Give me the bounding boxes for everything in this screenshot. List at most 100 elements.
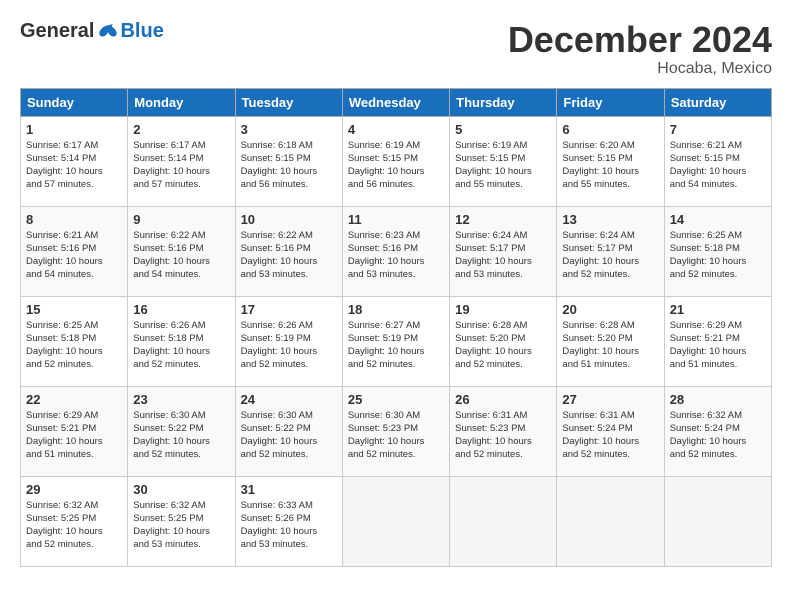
day-info: Sunrise: 6:30 AMSunset: 5:22 PMDaylight:… [241,409,337,462]
calendar-cell: 8 Sunrise: 6:21 AMSunset: 5:16 PMDaylight… [21,206,128,296]
calendar-cell: 5 Sunrise: 6:19 AMSunset: 5:15 PMDaylight… [450,116,557,206]
day-info: Sunrise: 6:20 AMSunset: 5:15 PMDaylight:… [562,139,658,192]
calendar-cell: 14Sunrise: 6:25 AMSunset: 5:18 PMDayligh… [664,206,771,296]
calendar-cell: 22 Sunrise: 6:29 AMSunset: 5:21 PMDayligh… [21,386,128,476]
day-number: 31 [241,482,337,497]
day-number: 10 [241,212,337,227]
day-info: Sunrise: 6:28 AMSunset: 5:20 PMDaylight:… [455,319,551,372]
day-number: 11 [348,212,444,227]
logo-blue: Blue [120,20,163,43]
day-info: Sunrise: 6:24 AMSunset: 5:17 PMDaylight:… [455,229,551,282]
day-number: 17 [241,302,337,317]
calendar-cell: 15 Sunrise: 6:25 AMSunset: 5:18 PMDayligh… [21,296,128,386]
calendar-cell: 13 Sunrise: 6:24 AMSunset: 5:17 PMDayligh… [557,206,664,296]
day-info: Sunrise: 6:31 AMSunset: 5:23 PMDaylight:… [455,409,551,462]
day-info: Sunrise: 6:27 AMSunset: 5:19 PMDaylight:… [348,319,444,372]
day-number: 9 [133,212,229,227]
day-info: Sunrise: 6:17 AMSunset: 5:14 PMDaylight:… [133,139,229,192]
day-number: 14 [670,212,766,227]
day-info: Sunrise: 6:30 AMSunset: 5:23 PMDaylight:… [348,409,444,462]
calendar-week-row: 29 Sunrise: 6:32 AMSunset: 5:25 PMDayligh… [21,476,772,566]
calendar-cell: 21 Sunrise: 6:29 AMSunset: 5:21 PMDayligh… [664,296,771,386]
calendar-header-monday: Monday [128,88,235,116]
page-header: General Blue December 2024 Hocaba, Mexic… [20,20,772,78]
month-title: December 2024 [508,20,772,60]
day-info: Sunrise: 6:33 AMSunset: 5:26 PMDaylight:… [241,499,337,552]
day-number: 23 [133,392,229,407]
day-number: 29 [26,482,122,497]
day-number: 21 [670,302,766,317]
day-info: Sunrise: 6:32 AMSunset: 5:25 PMDaylight:… [133,499,229,552]
calendar-header-wednesday: Wednesday [342,88,449,116]
day-info: Sunrise: 6:17 AMSunset: 5:14 PMDaylight:… [26,139,122,192]
day-number: 25 [348,392,444,407]
day-number: 2 [133,122,229,137]
calendar-header-row: SundayMondayTuesdayWednesdayThursdayFrid… [21,88,772,116]
day-info: Sunrise: 6:22 AMSunset: 5:16 PMDaylight:… [241,229,337,282]
calendar-cell: 31 Sunrise: 6:33 AMSunset: 5:26 PMDayligh… [235,476,342,566]
logo-general: General [20,20,94,43]
day-number: 4 [348,122,444,137]
day-number: 15 [26,302,122,317]
calendar-cell: 23 Sunrise: 6:30 AMSunset: 5:22 PMDayligh… [128,386,235,476]
calendar-cell [557,476,664,566]
day-number: 27 [562,392,658,407]
day-info: Sunrise: 6:28 AMSunset: 5:20 PMDaylight:… [562,319,658,372]
calendar-cell: 10 Sunrise: 6:22 AMSunset: 5:16 PMDayligh… [235,206,342,296]
calendar-cell: 20Sunrise: 6:28 AMSunset: 5:20 PMDayligh… [557,296,664,386]
calendar-week-row: 22 Sunrise: 6:29 AMSunset: 5:21 PMDayligh… [21,386,772,476]
day-info: Sunrise: 6:22 AMSunset: 5:16 PMDaylight:… [133,229,229,282]
day-info: Sunrise: 6:23 AMSunset: 5:16 PMDaylight:… [348,229,444,282]
calendar-cell: 29Sunrise: 6:32 AMSunset: 5:25 PMDayligh… [21,476,128,566]
day-number: 13 [562,212,658,227]
logo: General Blue [20,20,164,43]
calendar-cell: 16Sunrise: 6:26 AMSunset: 5:18 PMDayligh… [128,296,235,386]
calendar-week-row: 15 Sunrise: 6:25 AMSunset: 5:18 PMDayligh… [21,296,772,386]
day-number: 3 [241,122,337,137]
day-number: 19 [455,302,551,317]
calendar-cell: 1 Sunrise: 6:17 AMSunset: 5:14 PMDaylight… [21,116,128,206]
calendar-table: SundayMondayTuesdayWednesdayThursdayFrid… [20,88,772,567]
day-info: Sunrise: 6:21 AMSunset: 5:16 PMDaylight:… [26,229,122,282]
day-info: Sunrise: 6:29 AMSunset: 5:21 PMDaylight:… [26,409,122,462]
calendar-cell: 24Sunrise: 6:30 AMSunset: 5:22 PMDayligh… [235,386,342,476]
calendar-header-saturday: Saturday [664,88,771,116]
day-number: 5 [455,122,551,137]
day-number: 26 [455,392,551,407]
calendar-cell: 12 Sunrise: 6:24 AMSunset: 5:17 PMDayligh… [450,206,557,296]
calendar-cell [342,476,449,566]
calendar-cell [450,476,557,566]
day-info: Sunrise: 6:26 AMSunset: 5:19 PMDaylight:… [241,319,337,372]
day-info: Sunrise: 6:26 AMSunset: 5:18 PMDaylight:… [133,319,229,372]
calendar-header-thursday: Thursday [450,88,557,116]
day-number: 28 [670,392,766,407]
day-info: Sunrise: 6:29 AMSunset: 5:21 PMDaylight:… [670,319,766,372]
calendar-cell: 26 Sunrise: 6:31 AMSunset: 5:23 PMDayligh… [450,386,557,476]
calendar-cell: 2 Sunrise: 6:17 AMSunset: 5:14 PMDaylight… [128,116,235,206]
calendar-cell: 4 Sunrise: 6:19 AMSunset: 5:15 PMDaylight… [342,116,449,206]
calendar-cell: 18Sunrise: 6:27 AMSunset: 5:19 PMDayligh… [342,296,449,386]
calendar-cell: 30Sunrise: 6:32 AMSunset: 5:25 PMDayligh… [128,476,235,566]
title-block: December 2024 Hocaba, Mexico [508,20,772,78]
calendar-cell: 9 Sunrise: 6:22 AMSunset: 5:16 PMDaylight… [128,206,235,296]
calendar-header-tuesday: Tuesday [235,88,342,116]
day-info: Sunrise: 6:30 AMSunset: 5:22 PMDaylight:… [133,409,229,462]
day-info: Sunrise: 6:19 AMSunset: 5:15 PMDaylight:… [455,139,551,192]
day-number: 8 [26,212,122,227]
day-number: 22 [26,392,122,407]
calendar-week-row: 1 Sunrise: 6:17 AMSunset: 5:14 PMDaylight… [21,116,772,206]
calendar-header-friday: Friday [557,88,664,116]
day-info: Sunrise: 6:24 AMSunset: 5:17 PMDaylight:… [562,229,658,282]
location-title: Hocaba, Mexico [508,60,772,78]
day-number: 1 [26,122,122,137]
day-info: Sunrise: 6:25 AMSunset: 5:18 PMDaylight:… [26,319,122,372]
logo-bird-icon [98,22,118,42]
calendar-cell: 25 Sunrise: 6:30 AMSunset: 5:23 PMDayligh… [342,386,449,476]
day-number: 12 [455,212,551,227]
calendar-cell: 6Sunrise: 6:20 AMSunset: 5:15 PMDaylight… [557,116,664,206]
calendar-cell: 19 Sunrise: 6:28 AMSunset: 5:20 PMDayligh… [450,296,557,386]
calendar-cell: 7Sunrise: 6:21 AMSunset: 5:15 PMDaylight… [664,116,771,206]
day-info: Sunrise: 6:32 AMSunset: 5:24 PMDaylight:… [670,409,766,462]
day-info: Sunrise: 6:19 AMSunset: 5:15 PMDaylight:… [348,139,444,192]
day-info: Sunrise: 6:31 AMSunset: 5:24 PMDaylight:… [562,409,658,462]
